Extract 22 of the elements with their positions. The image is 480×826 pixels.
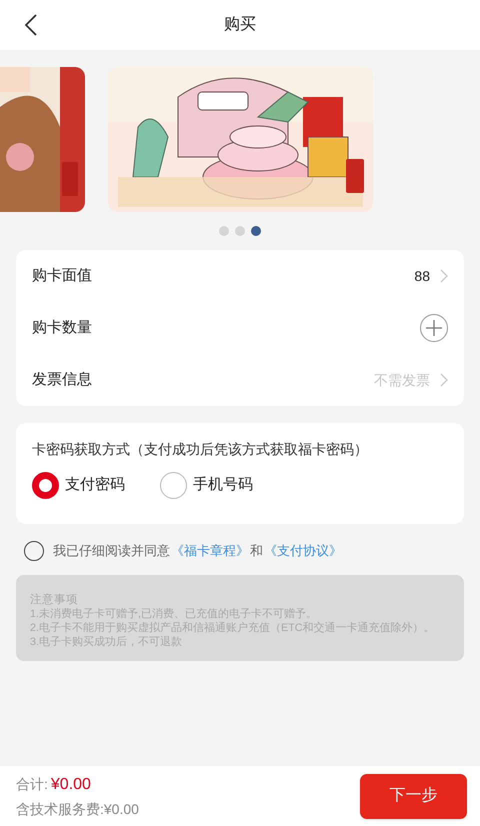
section-title: 卡密码获取方式（支付成功后凭该方式获取福卡密码）: [32, 440, 369, 459]
radio-option[interactable]: 手机号码: [160, 472, 253, 499]
row-label: 购卡数量: [32, 318, 92, 338]
radio-option[interactable]: 支付密码: [32, 472, 160, 499]
total-amount: ¥0.00: [50, 774, 91, 794]
agreement-text: 和: [249, 542, 264, 560]
add-icon[interactable]: [420, 314, 448, 342]
agreement-text: 我已仔细阅读并同意: [52, 542, 171, 560]
next-button[interactable]: 下一步: [360, 774, 467, 818]
total-label: 合计:: [16, 774, 48, 794]
chevron-right-icon: [440, 373, 448, 387]
gift-card-drawing[interactable]: [0, 67, 85, 212]
agreement-link[interactable]: 《福卡章程》: [171, 541, 249, 561]
agreement-link[interactable]: 《支付协议》: [264, 541, 342, 561]
birthday-card-drawing[interactable]: [108, 67, 373, 212]
page-title: 购买: [224, 15, 256, 35]
agree-checkbox[interactable]: [24, 541, 44, 561]
chevron-right-icon: [440, 269, 448, 283]
row-label: 发票信息: [32, 370, 92, 390]
service-fee: 含技术服务费:¥0.00: [16, 800, 139, 818]
row-label: 购卡面值: [32, 266, 92, 286]
row-value[interactable]: 88: [414, 266, 448, 286]
